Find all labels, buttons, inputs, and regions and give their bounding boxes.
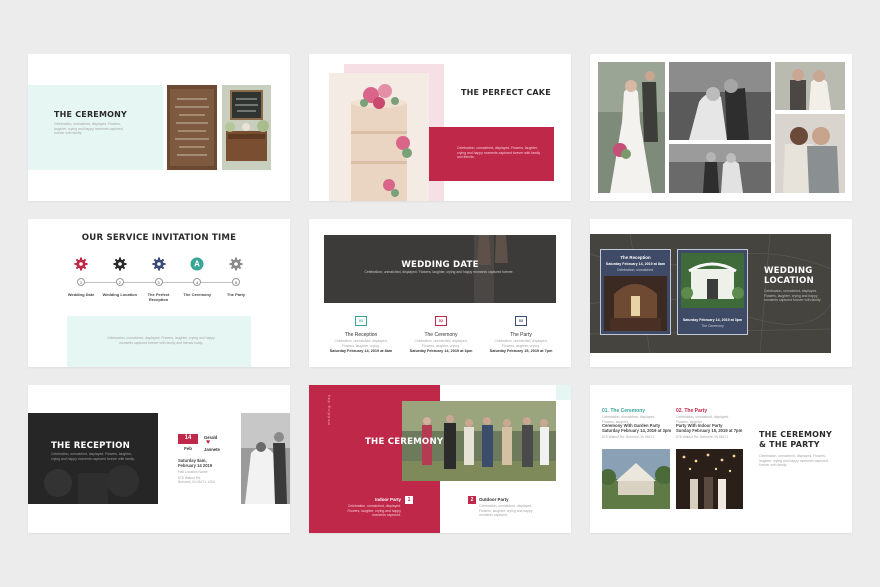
garden-venue-photo: [681, 253, 744, 308]
slide-body-text: Celebration, unmatched, displayed. Flowe…: [764, 289, 822, 303]
bride-photo: [598, 62, 665, 193]
cake-photo: [329, 73, 429, 201]
banner-text: Celebration, unmatched, displayed. Flowe…: [364, 270, 514, 274]
item2-text: Celebration, unmatched, displayed. Flowe…: [479, 504, 533, 518]
item2-title: Outdoor Party: [479, 497, 509, 502]
slide-title-line2: LOCATION: [764, 276, 814, 286]
gear-icon: [152, 257, 166, 271]
groom-bride-photo: [775, 62, 845, 110]
chalkboard-photo: [222, 85, 271, 170]
step-number: 4: [193, 278, 202, 286]
date-item-text: Celebration, unmatched, displayed. Flowe…: [414, 339, 468, 348]
slide-body-text: Celebration, unmatched, displayed. Flowe…: [759, 454, 828, 468]
step-number: 1: [77, 278, 85, 286]
vertical-caption: wedding day: [327, 393, 331, 425]
step-number: 5: [232, 278, 240, 286]
slide-title: THE PERFECT CAKE: [461, 88, 551, 97]
church-interior-photo: [604, 276, 667, 331]
slide-title-line2: & THE PARTY: [759, 440, 820, 449]
slide-title-line1: WEDDING: [764, 266, 813, 276]
date-item-date: Saturday February 14, 2019 at 8am: [329, 349, 393, 353]
gear-icon: [229, 257, 243, 271]
item1-number: 1: [407, 497, 411, 503]
slide-the-reception[interactable]: THE RECEPTION Celebration, unmatched, di…: [28, 385, 290, 533]
slide-ceremony-and-party[interactable]: 01. The Ceremony Celebration, unmatched,…: [590, 385, 852, 533]
slide-body-text: Celebration, unmatched, displayed. Flowe…: [51, 452, 135, 461]
slide-title: THE CEREMONY: [365, 437, 444, 447]
slide-the-ceremony-crimson[interactable]: wedding day THE CEREMONY 1 Indoor Party …: [309, 385, 571, 533]
item1-title: Indoor Party: [375, 497, 401, 502]
date-day: 14: [184, 435, 192, 441]
step-label: Wedding Date: [67, 292, 95, 297]
gear-icon: [113, 257, 127, 271]
couple-hug-photo: [775, 114, 845, 193]
card-date: Saturday February 14, 2019 at 3pm: [682, 318, 743, 322]
letter-a-icon: A: [190, 257, 204, 271]
step-label: Wedding Location: [102, 292, 138, 297]
col2-address: 878 Walnut Rd. Belmont, IN 06471: [676, 435, 729, 439]
slide-photo-collage[interactable]: [590, 54, 852, 201]
date-month: Feb: [184, 446, 192, 451]
slide-wedding-date[interactable]: WEDDING DATE Celebration, unmatched, dis…: [309, 219, 571, 367]
col2-title: 02. The Party: [676, 408, 708, 414]
slide-title: WEDDING DATE: [401, 260, 479, 270]
gear-icon: [74, 257, 88, 271]
heart-icon: ♥: [206, 439, 211, 446]
date-item-text: Celebration, unmatched, displayed. Flowe…: [334, 339, 388, 348]
card-title: The Reception: [620, 255, 651, 260]
slide-wedding-location[interactable]: The Reception Saturday February 14, 2019…: [590, 219, 852, 367]
night-party-photo: [676, 449, 743, 509]
mint-corner: [556, 385, 571, 400]
card-title: The Ceremony: [701, 324, 724, 328]
col2-line2: Sunday February 15, 2019 at 7pm: [676, 428, 743, 433]
step-label: The Party: [226, 292, 246, 297]
col1-line2: Saturday February 14, 2019 at 3pm: [602, 428, 672, 433]
date-item-date: Saturday February 15, 2019 at 7pm: [489, 349, 553, 353]
step-label: The Ceremony: [183, 292, 212, 297]
date-item-number: 01: [355, 316, 367, 326]
slide-body-text: Celebration, unmatched, displayed. Flowe…: [54, 122, 123, 136]
slide-title: THE CEREMONY: [54, 110, 128, 119]
slide-title: THE RECEPTION: [51, 441, 131, 451]
couple-photo-bw: [241, 413, 290, 504]
slide-title: OUR SERVICE INVITATION TIME: [81, 233, 237, 243]
col1-address: 878 Walnut Rd. Belmont, IN 06471: [602, 435, 655, 439]
col1-title: 01. The Ceremony: [602, 408, 646, 414]
slide-body-text: Celebration, unmatched, displayed. Flowe…: [457, 146, 541, 160]
date-item-title: The Party: [510, 332, 532, 338]
date-item-title: The Ceremony: [424, 332, 458, 338]
date-item-text: Celebration, unmatched, displayed. Flowe…: [494, 339, 548, 348]
kiss-photo-bw: [669, 62, 771, 140]
item1-text: Celebration, unmatched, displayed. Flowe…: [347, 504, 401, 518]
step-number: 3: [154, 278, 163, 286]
address-line1: Hall Location Name: [178, 470, 208, 474]
slide-body-text: Celebration, unmatched, displayed. Flowe…: [107, 336, 215, 345]
name-bride: Jannete: [204, 447, 220, 452]
slide-invitation-time[interactable]: OUR SERVICE INVITATION TIME 1 Wedding Dat…: [28, 219, 290, 367]
wooden-sign-photo: [167, 85, 217, 170]
slide-perfect-cake[interactable]: THE PERFECT CAKE Celebration, unmatched,…: [309, 54, 571, 201]
garden-tent-photo: [602, 449, 670, 509]
event-date: February 14 2019: [178, 463, 213, 468]
date-item-date: Saturday February 14, 2019 at 3pm: [409, 349, 473, 353]
svg-text:A: A: [194, 260, 200, 269]
date-item-number: 02: [435, 316, 447, 326]
card-date: Saturday February 14, 2019 at 8am: [605, 262, 666, 266]
card-sub: Celebration, unmatched.: [617, 268, 654, 272]
date-item-title: The Reception: [344, 332, 378, 338]
date-item-number: 03: [515, 316, 527, 326]
couple-walk-photo-bw: [669, 144, 771, 193]
slide-the-ceremony[interactable]: THE CEREMONY Celebration, unmatched, dis…: [28, 54, 290, 201]
item2-number: 2: [470, 497, 474, 503]
slide-title-line1: THE CEREMONY: [759, 430, 833, 439]
step-label: The Perfect Reception: [147, 292, 170, 302]
step-number: 2: [115, 278, 124, 286]
address-line3: Belmont, IN 06471, USA: [178, 480, 215, 484]
